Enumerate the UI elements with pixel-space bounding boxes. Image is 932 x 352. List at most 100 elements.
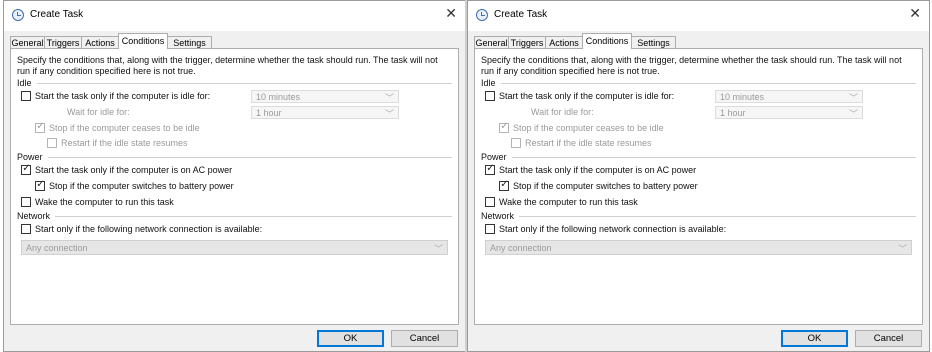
restart-if-resumes-checkbox[interactable] — [511, 138, 521, 148]
idle-start-label: Start the task only if the computer is i… — [499, 91, 675, 101]
tab-conditions[interactable]: Conditions — [582, 33, 632, 49]
ac-power-row[interactable]: ✓ Start the task only if the computer is… — [21, 163, 301, 177]
restart-if-resumes-checkbox[interactable] — [47, 138, 57, 148]
checkmark-icon: ✓ — [36, 121, 45, 132]
idle-section-label: Idle — [481, 78, 501, 88]
wait-duration-dropdown[interactable]: 1 hour ﹀ — [715, 106, 863, 119]
stop-if-ceases-checkbox[interactable]: ✓ — [499, 121, 509, 133]
wake-computer-label: Wake the computer to run this task — [499, 197, 638, 207]
network-start-checkbox[interactable] — [485, 224, 495, 234]
wake-computer-checkbox[interactable] — [485, 197, 495, 207]
wake-computer-row[interactable]: Wake the computer to run this task — [21, 197, 241, 209]
stop-if-ceases-row[interactable]: ✓ Stop if the computer ceases to be idle — [499, 121, 719, 135]
idle-duration-value: 10 minutes — [720, 92, 765, 102]
wait-duration-dropdown[interactable]: 1 hour ﹀ — [251, 106, 399, 119]
network-section-header: Network — [17, 211, 452, 221]
cancel-button[interactable]: Cancel — [855, 330, 922, 347]
section-divider — [481, 157, 916, 158]
idle-start-checkbox[interactable] — [485, 91, 495, 101]
wait-for-idle-label: Wait for idle for: — [67, 107, 130, 117]
battery-stop-label: Stop if the computer switches to battery… — [49, 181, 234, 191]
chevron-down-icon: ﹀ — [848, 93, 858, 103]
wait-duration-value: 1 hour — [256, 108, 282, 118]
stop-if-ceases-label: Stop if the computer ceases to be idle — [49, 123, 200, 133]
network-section-label: Network — [17, 211, 56, 221]
idle-duration-dropdown[interactable]: 10 minutes ﹀ — [251, 90, 399, 103]
checkmark-icon: ✓ — [486, 163, 495, 174]
checkmark-icon: ✓ — [36, 179, 45, 190]
idle-start-label: Start the task only if the computer is i… — [35, 91, 211, 101]
create-task-dialog-right: Create Task ✕ General Triggers Actions C… — [467, 0, 930, 352]
battery-stop-row[interactable]: ✓ Stop if the computer switches to batte… — [499, 179, 759, 193]
checkmark-icon: ✓ — [500, 179, 509, 190]
network-connection-dropdown[interactable]: Any connection ﹀ — [485, 240, 912, 255]
network-section-label: Network — [481, 211, 520, 221]
section-divider — [481, 216, 916, 217]
chevron-down-icon: ﹀ — [384, 93, 394, 103]
restart-if-resumes-label: Restart if the idle state resumes — [61, 138, 188, 148]
create-task-dialog-left: Create Task ✕ General Triggers Actions C… — [3, 0, 466, 352]
ac-power-checkbox[interactable]: ✓ — [21, 163, 31, 175]
conditions-panel: Specify the conditions that, along with … — [10, 48, 459, 325]
battery-stop-row[interactable]: ✓ Stop if the computer switches to batte… — [35, 179, 295, 193]
stop-if-ceases-label: Stop if the computer ceases to be idle — [513, 123, 664, 133]
battery-stop-checkbox[interactable]: ✓ — [35, 179, 45, 191]
section-divider — [481, 83, 916, 84]
chevron-down-icon: ﹀ — [384, 109, 394, 119]
restart-if-resumes-label: Restart if the idle state resumes — [525, 138, 652, 148]
wake-computer-label: Wake the computer to run this task — [35, 197, 174, 207]
close-icon[interactable]: ✕ — [909, 6, 921, 20]
network-start-row[interactable]: Start only if the following network conn… — [21, 224, 321, 236]
window-title: Create Task — [30, 9, 84, 20]
power-section-label: Power — [17, 152, 48, 162]
wake-computer-row[interactable]: Wake the computer to run this task — [485, 197, 705, 209]
battery-stop-label: Stop if the computer switches to battery… — [513, 181, 698, 191]
idle-duration-value: 10 minutes — [256, 92, 301, 102]
title-bar[interactable]: Create Task ✕ — [4, 1, 465, 31]
restart-if-resumes-row[interactable]: Restart if the idle state resumes — [511, 138, 731, 150]
section-divider — [17, 216, 452, 217]
network-start-label: Start only if the following network conn… — [35, 224, 263, 234]
power-section-header: Power — [481, 152, 916, 162]
conditions-panel: Specify the conditions that, along with … — [474, 48, 923, 325]
idle-section-header: Idle — [481, 78, 916, 88]
network-section-header: Network — [481, 211, 916, 221]
network-start-checkbox[interactable] — [21, 224, 31, 234]
battery-stop-checkbox[interactable]: ✓ — [499, 179, 509, 191]
ac-power-label: Start the task only if the computer is o… — [499, 165, 697, 175]
wait-for-idle-label: Wait for idle for: — [531, 107, 594, 117]
network-start-label: Start only if the following network conn… — [499, 224, 727, 234]
idle-duration-dropdown[interactable]: 10 minutes ﹀ — [715, 90, 863, 103]
window-title: Create Task — [494, 9, 548, 20]
ok-button[interactable]: OK — [317, 330, 384, 347]
restart-if-resumes-row[interactable]: Restart if the idle state resumes — [47, 138, 267, 150]
checkmark-icon: ✓ — [22, 163, 31, 174]
ok-button[interactable]: OK — [781, 330, 848, 347]
idle-start-checkbox[interactable] — [21, 91, 31, 101]
wake-computer-checkbox[interactable] — [21, 197, 31, 207]
close-icon[interactable]: ✕ — [445, 6, 457, 20]
ac-power-row[interactable]: ✓ Start the task only if the computer is… — [485, 163, 765, 177]
network-connection-value: Any connection — [26, 243, 88, 253]
stop-if-ceases-row[interactable]: ✓ Stop if the computer ceases to be idle — [35, 121, 255, 135]
task-scheduler-clock-icon — [12, 9, 24, 21]
ac-power-label: Start the task only if the computer is o… — [35, 165, 233, 175]
chevron-down-icon: ﹀ — [897, 244, 907, 254]
chevron-down-icon: ﹀ — [433, 244, 443, 254]
idle-section-header: Idle — [17, 78, 452, 88]
idle-section-label: Idle — [17, 78, 37, 88]
network-connection-dropdown[interactable]: Any connection ﹀ — [21, 240, 448, 255]
power-section-label: Power — [481, 152, 512, 162]
power-section-header: Power — [17, 152, 452, 162]
ac-power-checkbox[interactable]: ✓ — [485, 163, 495, 175]
tab-conditions[interactable]: Conditions — [118, 33, 168, 49]
idle-start-checkbox-row[interactable]: Start the task only if the computer is i… — [21, 91, 241, 103]
cancel-button[interactable]: Cancel — [391, 330, 458, 347]
checkmark-icon: ✓ — [500, 121, 509, 132]
network-start-row[interactable]: Start only if the following network conn… — [485, 224, 785, 236]
section-divider — [17, 157, 452, 158]
stop-if-ceases-checkbox[interactable]: ✓ — [35, 121, 45, 133]
task-scheduler-clock-icon — [476, 9, 488, 21]
title-bar[interactable]: Create Task ✕ — [468, 1, 929, 31]
idle-start-checkbox-row[interactable]: Start the task only if the computer is i… — [485, 91, 705, 103]
